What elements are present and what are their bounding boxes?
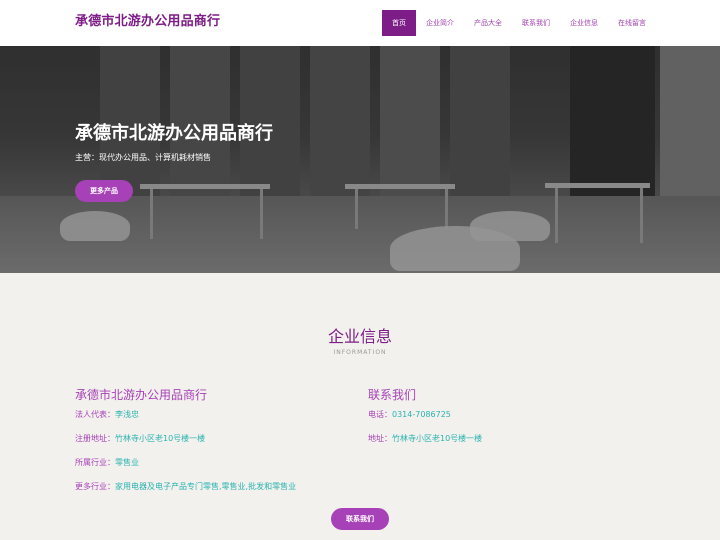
contact-phone-label: 电话： (368, 410, 392, 419)
legal-rep-value: 李浅忠 (115, 410, 139, 419)
nav-about[interactable]: 企业简介 (416, 10, 464, 36)
industry-label: 所属行业： (75, 458, 115, 467)
more-industries-label: 更多行业： (75, 482, 115, 491)
industry: 所属行业：零售业 (75, 457, 139, 468)
legal-rep-label: 法人代表： (75, 410, 115, 419)
contact-address-label: 地址： (368, 434, 392, 443)
nav-home[interactable]: 首页 (382, 10, 416, 36)
contact-title: 联系我们 (368, 388, 417, 402)
section-subtitle: INFORMATION (333, 349, 387, 356)
nav-products[interactable]: 产品大全 (464, 10, 512, 36)
industry-value: 零售业 (115, 458, 139, 467)
more-products-button[interactable]: 更多产品 (75, 180, 133, 202)
more-industries-value: 家用电器及电子产品专门零售,零售业,批发和零售业 (115, 482, 297, 491)
registered-address-value: 竹林寺小区老10号楼一楼 (115, 434, 206, 443)
contact-phone: 电话：0314-7086725 (368, 409, 451, 420)
registered-address-label: 注册地址： (75, 434, 115, 443)
contact-us-button[interactable]: 联系我们 (331, 508, 389, 530)
nav-contact[interactable]: 联系我们 (512, 10, 560, 36)
company-name: 承德市北游办公用品商行 (75, 388, 208, 402)
contact-address-value: 竹林寺小区老10号楼一楼 (392, 434, 483, 443)
main-nav: 首页 企业简介 产品大全 联系我们 企业信息 在线留言 (382, 10, 656, 36)
hero-banner: 承德市北游办公用品商行 主营：现代办公用品、计算机耗材销售 更多产品 (0, 46, 720, 273)
section-title: 企业信息 (327, 327, 392, 346)
legal-rep: 法人代表：李浅忠 (75, 409, 139, 420)
hero-subtitle: 主营：现代办公用品、计算机耗材销售 (75, 153, 211, 162)
nav-message[interactable]: 在线留言 (608, 10, 656, 36)
more-industries: 更多行业：家用电器及电子产品专门零售,零售业,批发和零售业 (75, 481, 296, 492)
registered-address: 注册地址：竹林寺小区老10号楼一楼 (75, 433, 205, 444)
site-header: 承德市北游办公用品商行 首页 企业简介 产品大全 联系我们 企业信息 在线留言 (0, 0, 720, 46)
contact-phone-value: 0314-7086725 (392, 410, 451, 419)
site-logo[interactable]: 承德市北游办公用品商行 (75, 10, 220, 29)
contact-address: 地址：竹林寺小区老10号楼一楼 (368, 433, 482, 444)
hero-title: 承德市北游办公用品商行 (75, 123, 273, 144)
nav-company-info[interactable]: 企业信息 (560, 10, 608, 36)
